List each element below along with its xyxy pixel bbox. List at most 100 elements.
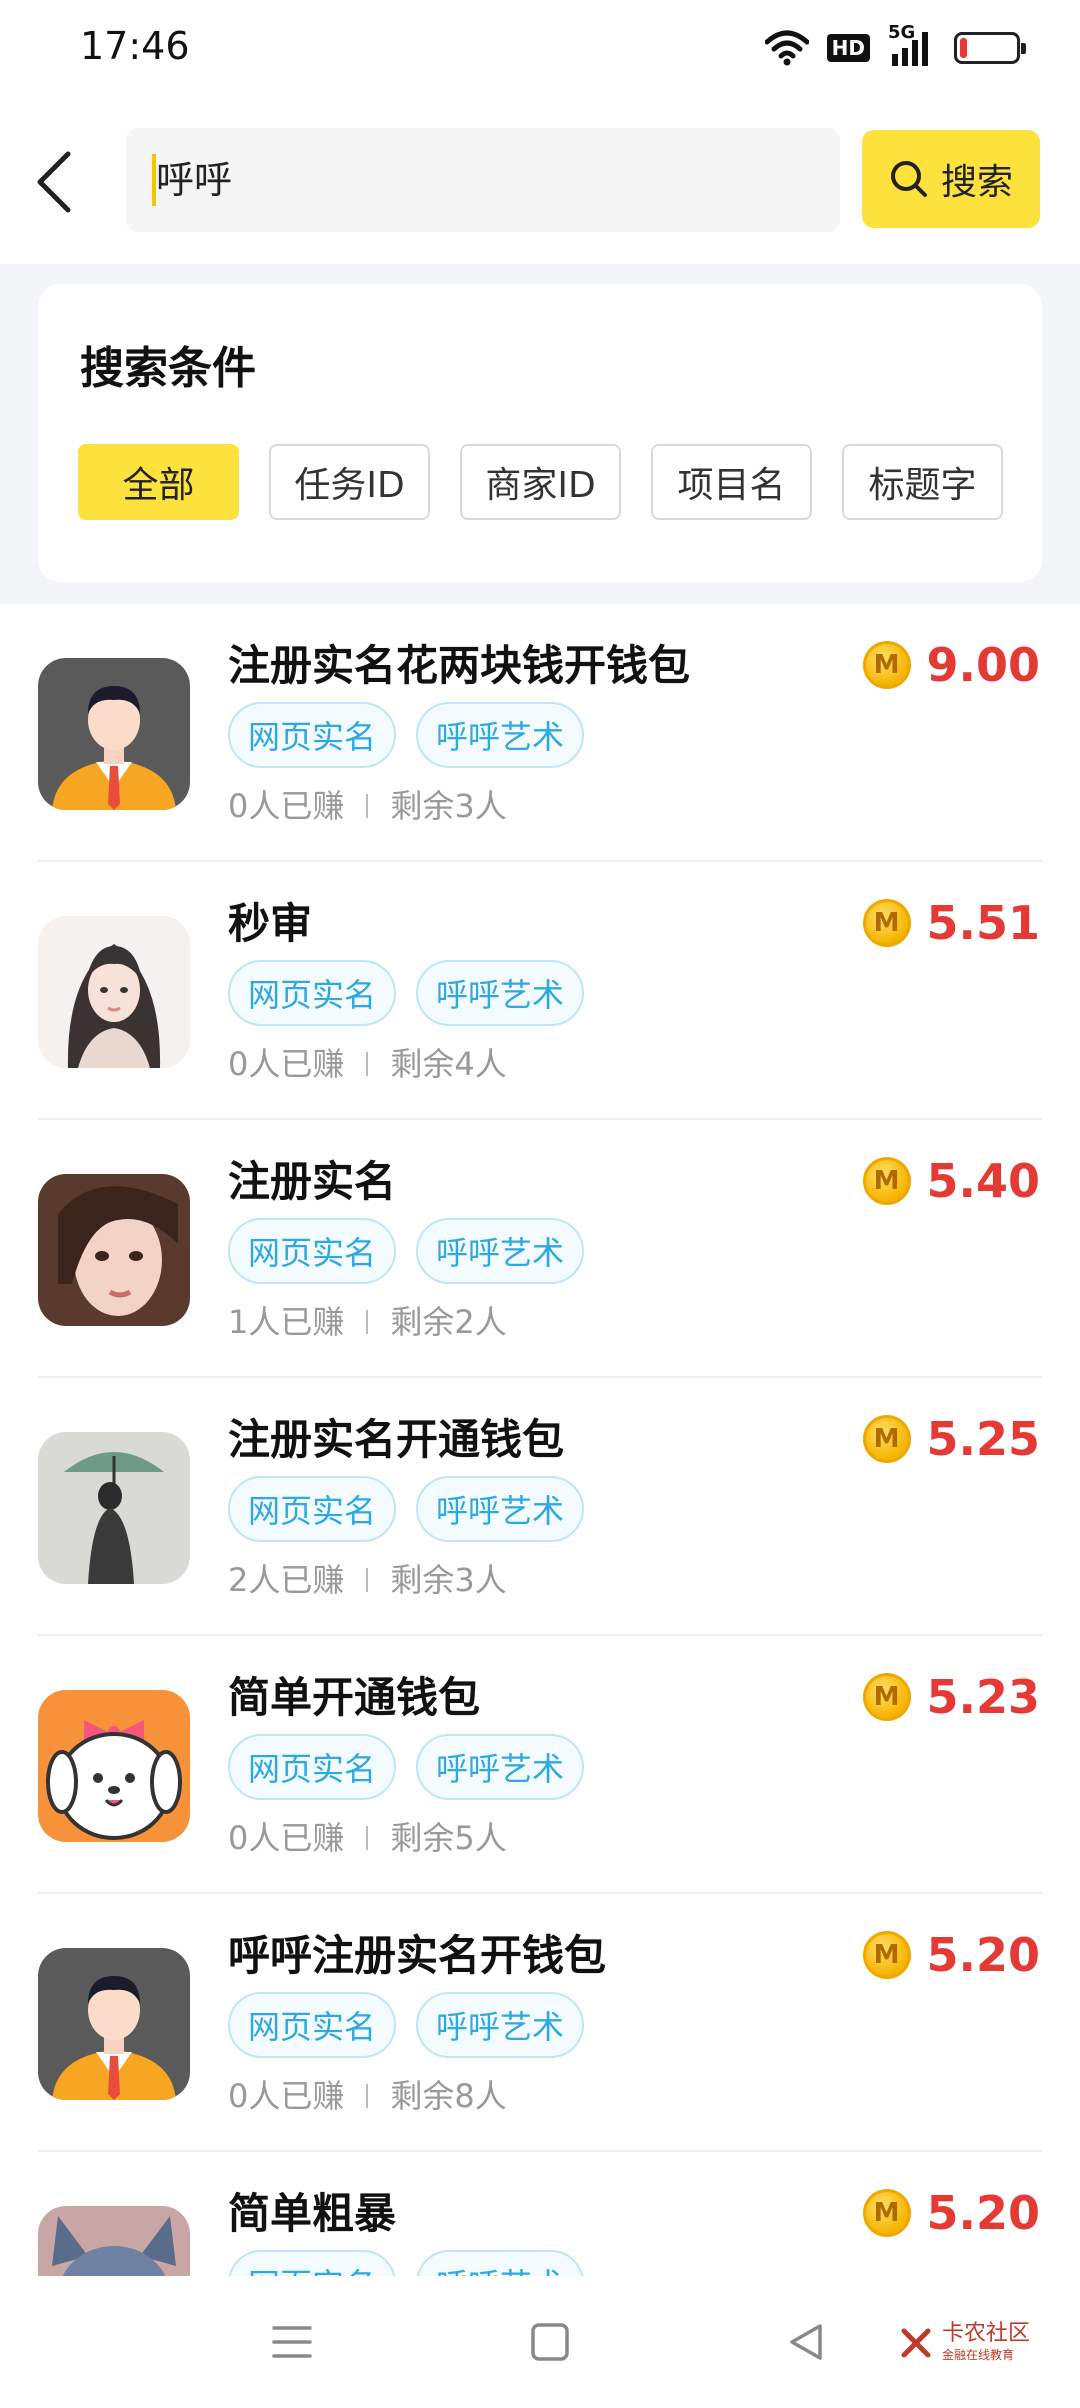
earned-count: 2人已赚	[228, 1561, 345, 1599]
coin-icon: M	[862, 899, 911, 947]
task-reward: M 5.40	[862, 1154, 1041, 1208]
task-reward: M 5.51	[862, 896, 1041, 950]
status-bar: 17:46 HD 5G	[0, 0, 1080, 100]
task-tag: 网页实名	[228, 1734, 397, 1800]
task-tag: 呼呼艺术	[416, 1218, 585, 1284]
task-reward: M 9.00	[862, 638, 1040, 692]
task-list-item[interactable]: 注册实名花两块钱开钱包 网页实名 呼呼艺术 0人已赚 剩余3人 M 9.00	[0, 604, 1080, 862]
task-tags: 网页实名呼呼艺术	[228, 1992, 585, 2058]
filter-chip-all[interactable]: 全部	[78, 444, 239, 520]
menu-icon	[272, 2326, 312, 2358]
task-list-item[interactable]: 简单开通钱包网页实名 呼呼艺术 0人已赚 剩余5人 M 5.23	[0, 1636, 1080, 1894]
coin-icon: M	[862, 1157, 911, 1205]
task-title: 注册实名	[228, 1157, 397, 1206]
task-meta: 2人已赚 剩余3人	[228, 1558, 507, 1602]
remaining-count: 剩余4人	[390, 1045, 507, 1083]
menu-button[interactable]	[252, 2302, 332, 2382]
task-title: 注册实名花两块钱开钱包	[228, 641, 691, 690]
task-avatar	[38, 2206, 190, 2276]
task-meta: 1人已赚 剩余2人	[228, 1300, 507, 1344]
reward-amount: 5.20	[926, 2186, 1041, 2240]
meta-divider	[366, 794, 369, 818]
filter-title: 搜索条件	[80, 343, 256, 394]
earned-count: 0人已赚	[228, 1045, 345, 1083]
meta-divider	[366, 1052, 369, 1076]
home-square-icon	[531, 2323, 569, 2361]
meta-divider	[366, 1568, 369, 1592]
task-reward: M 5.23	[862, 1670, 1041, 1724]
task-title: 简单开通钱包	[228, 1673, 481, 1722]
task-tags: 网页实名呼呼艺术	[228, 960, 585, 1026]
search-input-value: 呼呼	[156, 158, 233, 202]
hd-badge: HD	[826, 34, 870, 62]
reward-amount: 5.20	[926, 1928, 1041, 1982]
task-tag: 网页实名	[228, 702, 397, 768]
watermark-logo-icon	[901, 2328, 931, 2357]
remaining-count: 剩余5人	[390, 1819, 507, 1857]
search-header: 呼呼 搜索	[0, 100, 1080, 264]
status-time: 17:46	[80, 24, 190, 68]
meta-divider	[366, 1310, 369, 1334]
task-reward: M 5.20	[862, 2186, 1041, 2240]
task-meta: 0人已赚 剩余3人	[228, 784, 507, 828]
task-tags: 网页实名呼呼艺术	[228, 1218, 585, 1284]
task-list-item[interactable]: 注册实名网页实名 呼呼艺术 1人已赚 剩余2人 M 5.40	[0, 1120, 1080, 1378]
task-tag: 呼呼艺术	[416, 2250, 585, 2276]
reward-amount: 5.51	[926, 896, 1041, 950]
task-tag: 呼呼艺术	[416, 1734, 585, 1800]
task-reward: M 5.20	[862, 1928, 1041, 1982]
search-input[interactable]: 呼呼	[126, 128, 840, 232]
signal-icon: 5G	[888, 22, 936, 68]
filter-chip-project-name[interactable]: 项目名	[651, 444, 812, 520]
search-button-label: 搜索	[940, 162, 1013, 203]
back-nav-button[interactable]	[766, 2302, 846, 2382]
watermark: 卡农社区 金融在线教育	[898, 2322, 1030, 2363]
filter-chip-merchant-id[interactable]: 商家ID	[460, 444, 621, 520]
search-button[interactable]: 搜索	[862, 130, 1040, 228]
task-list-item[interactable]: 简单粗暴网页实名呼呼艺术 M 5.20	[0, 2152, 1080, 2276]
task-tags: 网页实名呼呼艺术	[228, 1734, 585, 1800]
coin-icon: M	[862, 1415, 911, 1463]
chevron-left-icon	[37, 151, 71, 213]
task-tag: 呼呼艺术	[416, 960, 585, 1026]
earned-count: 0人已赚	[228, 787, 345, 825]
coin-icon: M	[862, 2189, 911, 2237]
task-avatar	[38, 1174, 190, 1326]
remaining-count: 剩余2人	[390, 1303, 507, 1341]
task-tags: 网页实名呼呼艺术	[228, 2250, 585, 2276]
task-title: 注册实名开通钱包	[228, 1415, 565, 1464]
task-list: 注册实名花两块钱开钱包 网页实名 呼呼艺术 0人已赚 剩余3人 M 9.00 秒审 网页实名 呼呼…	[0, 604, 1080, 2276]
task-list-item[interactable]: 注册实名开通钱包网页实名 呼呼艺术 2人已赚 剩余3人 M 5.25	[0, 1378, 1080, 1636]
watermark-text: 卡农社区	[942, 2321, 1031, 2346]
task-avatar	[38, 1948, 190, 2100]
remaining-count: 剩余8人	[390, 2077, 507, 2115]
reward-amount: 5.23	[926, 1670, 1041, 1724]
task-list-item[interactable]: 呼呼注册实名开钱包 网页实名 呼呼艺术 0人已赚 剩余8人 M 5.20	[0, 1894, 1080, 2152]
earned-count: 0人已赚	[228, 1819, 345, 1857]
coin-icon: M	[862, 641, 911, 689]
wifi-icon	[764, 30, 809, 66]
task-tag: 网页实名	[228, 1476, 397, 1542]
task-meta: 0人已赚 剩余4人	[228, 1042, 507, 1086]
earned-count: 1人已赚	[228, 1303, 345, 1341]
back-button[interactable]	[24, 144, 84, 220]
remaining-count: 剩余3人	[390, 787, 507, 825]
search-icon	[890, 161, 927, 197]
task-tag: 呼呼艺术	[416, 1992, 585, 2058]
home-button[interactable]	[510, 2302, 590, 2382]
triangle-back-icon	[790, 2324, 822, 2360]
filter-chips: 全部 任务ID 商家ID 项目名 标题字	[78, 444, 1003, 520]
task-tag: 呼呼艺术	[416, 1476, 585, 1542]
watermark-text-block: 卡农社区 金融在线教育	[942, 2322, 1030, 2363]
task-meta: 0人已赚 剩余5人	[228, 1816, 507, 1860]
task-title: 秒审	[228, 899, 313, 948]
task-avatar	[38, 658, 190, 810]
task-list-item[interactable]: 秒审网页实名 呼呼艺术 0人已赚 剩余4人 M 5.51	[0, 862, 1080, 1120]
task-tag: 网页实名	[228, 1218, 397, 1284]
system-nav-bar: 卡农社区 金融在线教育	[0, 2276, 1080, 2408]
filter-chip-title-keyword[interactable]: 标题字	[842, 444, 1003, 520]
task-reward: M 5.25	[862, 1412, 1040, 1466]
task-meta: 0人已赚 剩余8人	[228, 2074, 507, 2118]
reward-amount: 5.40	[926, 1154, 1041, 1208]
filter-chip-task-id[interactable]: 任务ID	[269, 444, 430, 520]
